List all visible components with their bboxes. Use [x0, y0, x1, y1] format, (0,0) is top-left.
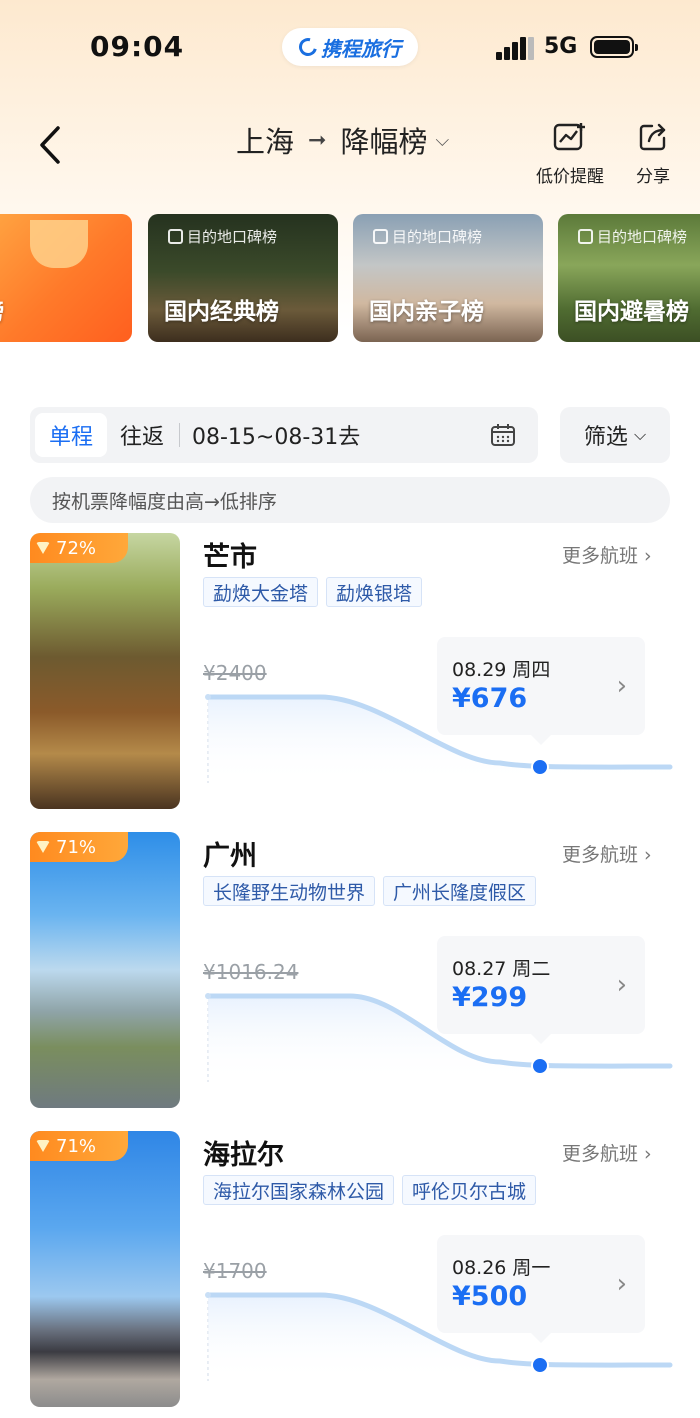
- price-alert-button[interactable]: 低价提醒: [530, 122, 610, 187]
- attraction-tags: 海拉尔国家森林公园 呼伦贝尔古城: [203, 1175, 544, 1205]
- flame-icon: [36, 1140, 50, 1152]
- attraction-tag[interactable]: 呼伦贝尔古城: [402, 1175, 537, 1205]
- ranking-selector[interactable]: 上海 ➞ 降幅榜 ⌵: [236, 118, 449, 162]
- flame-icon: [36, 542, 50, 554]
- destination-photo: 71%: [30, 1131, 180, 1407]
- attraction-tags: 勐焕大金塔 勐焕银塔: [203, 577, 430, 607]
- lowest-price-point: [531, 1356, 549, 1374]
- flame-icon: [36, 841, 50, 853]
- destination-photo: 72%: [30, 533, 180, 809]
- cup-illustration: [30, 220, 88, 268]
- ranking-card[interactable]: 目的地口碑榜 国内亲子榜: [353, 214, 543, 342]
- destination-item[interactable]: 71% 广州 更多航班 › 长隆野生动物世界 广州长隆度假区 ¥1016.24 …: [0, 832, 700, 1112]
- battery-icon: [590, 36, 638, 58]
- attraction-tag[interactable]: 勐焕大金塔: [203, 577, 319, 607]
- drop-percent: 71%: [56, 1135, 97, 1157]
- drop-badge: 71%: [30, 832, 128, 862]
- drop-percent: 72%: [56, 537, 97, 559]
- destination-name: 芒市: [203, 542, 257, 573]
- route-arrow-icon: ➞: [308, 127, 327, 153]
- back-button[interactable]: [32, 122, 72, 168]
- app-name: 携程旅行: [321, 36, 401, 61]
- drop-badge: 71%: [30, 1131, 128, 1161]
- trend-alert-icon: [553, 123, 585, 151]
- chevron-down-icon: ⌵: [435, 129, 450, 151]
- lowest-price: ¥676: [452, 683, 528, 714]
- tab-one-way[interactable]: 单程: [35, 413, 107, 457]
- badge-icon: [168, 229, 183, 244]
- filter-label: 筛选: [583, 425, 628, 450]
- attraction-tag[interactable]: 海拉尔国家森林公园: [203, 1175, 395, 1205]
- status-bar: 09:04 携程旅行 5G: [0, 0, 700, 95]
- share-button[interactable]: 分享: [626, 122, 680, 187]
- more-flights-link[interactable]: 更多航班 ›: [562, 541, 652, 568]
- lowest-price-point: [531, 1057, 549, 1075]
- original-price: ¥1700: [203, 1259, 267, 1283]
- origin-city: 上海: [236, 125, 295, 159]
- ranking-cards: 度榜 目的地口碑榜 国内经典榜 目的地口碑榜 国内亲子榜 目的地口碑榜 国内避暑…: [0, 214, 700, 342]
- card-tag: 目的地口碑榜: [168, 226, 277, 247]
- destination-photo: 71%: [30, 832, 180, 1108]
- ranking-card-label: 国内经典榜: [164, 299, 279, 325]
- card-tag: 目的地口碑榜: [373, 226, 482, 247]
- divider: [179, 423, 180, 447]
- price-alert-label: 低价提醒: [536, 167, 604, 187]
- lowest-price-card[interactable]: 08.27 周二 ¥299 ›: [437, 936, 645, 1044]
- signal-icon: [496, 34, 534, 60]
- lowest-price-card[interactable]: 08.26 周一 ¥500 ›: [437, 1235, 645, 1343]
- more-flights-link[interactable]: 更多航班 ›: [562, 1139, 652, 1166]
- destination-item[interactable]: 72% 芒市 更多航班 › 勐焕大金塔 勐焕银塔 ¥2400 08.29 周四 …: [0, 533, 700, 813]
- destination-name: 广州: [203, 841, 257, 872]
- chevron-down-icon: ⌵: [633, 425, 647, 444]
- ranking-card-label: 国内避暑榜: [574, 299, 689, 325]
- lowest-price-date: 08.29 周四: [452, 659, 551, 681]
- lowest-price-card[interactable]: 08.29 周四 ¥676 ›: [437, 637, 645, 745]
- ranking-card-label: 度榜: [0, 292, 4, 326]
- ranking-card-label: 国内亲子榜: [369, 299, 484, 325]
- lowest-price: ¥299: [452, 982, 528, 1013]
- badge-icon: [373, 229, 388, 244]
- attraction-tag[interactable]: 长隆野生动物世界: [203, 876, 376, 906]
- destination-item[interactable]: 71% 海拉尔 更多航班 › 海拉尔国家森林公园 呼伦贝尔古城 ¥1700 08…: [0, 1131, 700, 1411]
- original-price: ¥1016.24: [203, 960, 299, 984]
- app-indicator[interactable]: 携程旅行: [282, 28, 418, 66]
- lowest-price-date: 08.27 周二: [452, 958, 551, 980]
- network-type: 5G: [544, 34, 578, 59]
- lowest-price: ¥500: [452, 1281, 528, 1312]
- date-range[interactable]: 08-15~08-31去: [192, 419, 490, 451]
- ranking-card[interactable]: 度榜: [0, 214, 132, 342]
- sort-hint: 按机票降幅度由高→低排序: [30, 477, 670, 523]
- chevron-right-icon: ›: [616, 1269, 627, 1299]
- card-tag: 目的地口碑榜: [578, 226, 687, 247]
- attraction-tags: 长隆野生动物世界 广州长隆度假区: [203, 876, 544, 906]
- trip-filter-bar: 单程 往返 08-15~08-31去: [30, 407, 538, 463]
- tab-round-trip[interactable]: 往返: [107, 413, 177, 457]
- drop-badge: 72%: [30, 533, 128, 563]
- card-tag-text: 目的地口碑榜: [392, 228, 483, 246]
- card-tag-text: 目的地口碑榜: [597, 228, 688, 246]
- ranking-card[interactable]: 目的地口碑榜 国内经典榜: [148, 214, 338, 342]
- status-time: 09:04: [90, 30, 185, 63]
- attraction-tag[interactable]: 勐焕银塔: [326, 577, 423, 607]
- lowest-price-point: [531, 758, 549, 776]
- drop-percent: 71%: [56, 836, 97, 858]
- ranking-card[interactable]: 目的地口碑榜 国内避暑榜: [558, 214, 700, 342]
- badge-icon: [578, 229, 593, 244]
- card-tag-text: 目的地口碑榜: [187, 228, 278, 246]
- attraction-tag[interactable]: 广州长隆度假区: [383, 876, 537, 906]
- share-label: 分享: [636, 167, 670, 187]
- more-flights-link[interactable]: 更多航班 ›: [562, 840, 652, 867]
- share-icon: [639, 123, 666, 151]
- filter-button[interactable]: 筛选 ⌵: [560, 407, 670, 463]
- lowest-price-date: 08.26 周一: [452, 1257, 551, 1279]
- calendar-icon[interactable]: [490, 423, 516, 447]
- ctrip-logo-icon: [295, 34, 321, 60]
- chevron-left-icon: [40, 126, 60, 164]
- chevron-right-icon: ›: [616, 970, 627, 1000]
- original-price: ¥2400: [203, 661, 267, 685]
- ranking-name: 降幅榜: [340, 125, 428, 159]
- chevron-right-icon: ›: [616, 671, 627, 701]
- destination-name: 海拉尔: [203, 1140, 284, 1171]
